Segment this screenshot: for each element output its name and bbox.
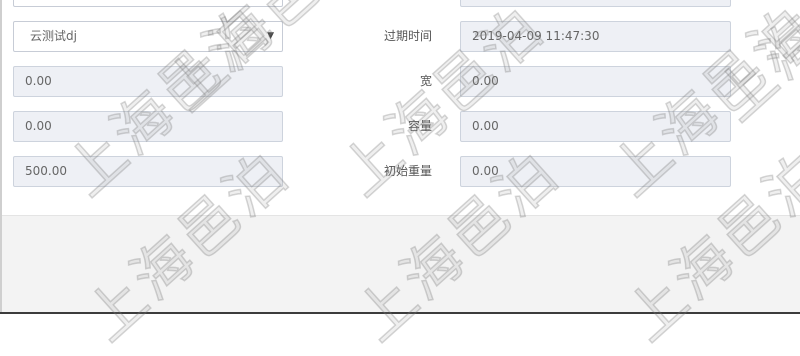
window-left-border — [0, 0, 2, 317]
width-label: 宽 — [419, 74, 432, 88]
width-field[interactable]: 0.00 — [460, 66, 731, 97]
footer-band — [2, 215, 800, 312]
left-field-2[interactable]: 0.00 — [13, 111, 283, 142]
initial-weight-field[interactable]: 0.00 — [460, 156, 731, 187]
expire-time-label: 过期时间 — [383, 29, 432, 43]
capacity-field[interactable]: 0.00 — [460, 111, 731, 142]
capacity-label: 容量 — [407, 119, 432, 133]
caret-down-icon: ▼ — [267, 31, 274, 41]
warehouse-select-value: 云测试dj — [30, 29, 77, 43]
top-left-input[interactable] — [13, 0, 283, 7]
top-right-input[interactable] — [460, 0, 731, 7]
left-field-1[interactable]: 0.00 — [13, 66, 283, 97]
left-field-3[interactable]: 500.00 — [13, 156, 283, 187]
expire-time-field[interactable]: 2019-04-09 11:47:30 — [460, 21, 731, 52]
initial-weight-label: 初始重量 — [383, 164, 432, 178]
warehouse-select[interactable]: 云测试dj ▼ — [13, 21, 283, 52]
